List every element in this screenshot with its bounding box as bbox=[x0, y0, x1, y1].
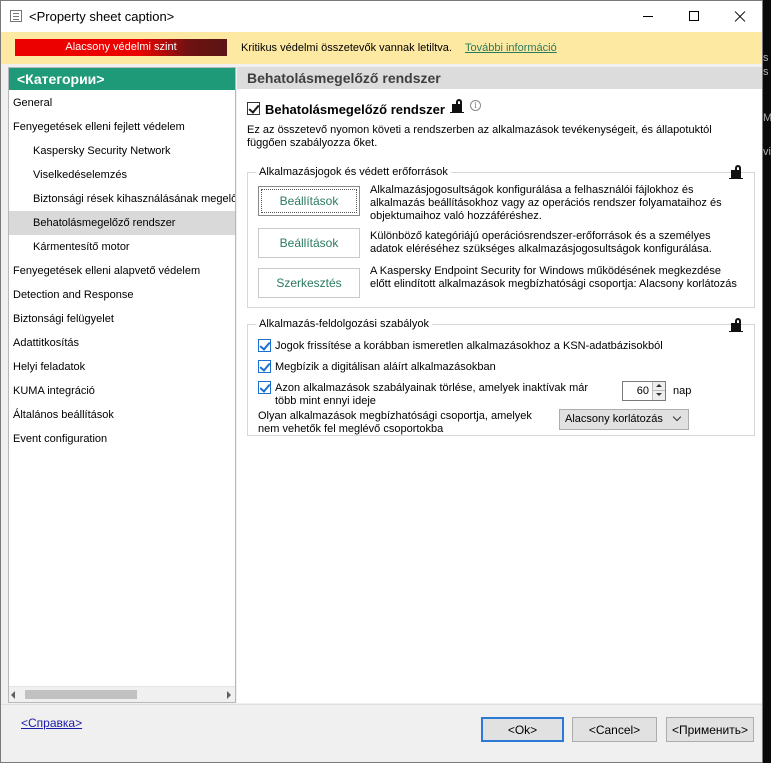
warning-message: Kritikus védelmi összetevők vannak letil… bbox=[241, 42, 452, 54]
title-bar: <Property sheet caption> bbox=[1, 1, 762, 32]
section-header: Behatolásmegelőző rendszer bbox=[237, 67, 762, 89]
trust-signed-apps-label: Megbízik a digitálisan aláírt alkalmazás… bbox=[275, 361, 496, 373]
sidebar-item-kuma-integration[interactable]: KUMA integráció bbox=[13, 379, 235, 403]
spin-down-icon[interactable] bbox=[652, 391, 665, 400]
background-text-fragment: s bbox=[763, 66, 769, 78]
info-icon[interactable]: i bbox=[470, 100, 481, 111]
categories-header-label: <Категории> bbox=[17, 71, 105, 87]
sidebar-item-data-encryption[interactable]: Adattitkosítás bbox=[13, 331, 235, 355]
settings-content: Behatolásmegelőző rendszer i Ez az össze… bbox=[237, 89, 762, 703]
protection-level-label: Alacsony védelmi szint bbox=[65, 41, 177, 53]
inactive-days-input[interactable] bbox=[625, 384, 649, 398]
minimize-button[interactable] bbox=[625, 1, 671, 32]
window-title: <Property sheet caption> bbox=[29, 9, 175, 24]
more-info-link[interactable]: További információ bbox=[465, 42, 557, 54]
trust-group-fallback-label: Olyan alkalmazások megbízhatósági csopor… bbox=[258, 410, 532, 435]
sidebar-item-event-configuration[interactable]: Event configuration bbox=[13, 427, 235, 451]
sidebar-item-behavior-detection[interactable]: Viselkedéselemzés bbox=[9, 163, 235, 187]
protection-level-badge: Alacsony védelmi szint bbox=[15, 39, 227, 56]
sidebar-item-security-controls[interactable]: Biztonsági felügyelet bbox=[13, 307, 235, 331]
enable-hips-checkbox[interactable] bbox=[247, 102, 260, 115]
chevron-down-icon bbox=[672, 412, 682, 422]
delete-inactive-rules-label: Azon alkalmazások szabályainak törlése, … bbox=[275, 382, 589, 407]
scrollbar-thumb[interactable] bbox=[25, 690, 137, 699]
sidebar-item-host-intrusion-prevention[interactable]: Behatolásmegelőző rendszer bbox=[9, 211, 235, 235]
delete-inactive-rules-checkbox[interactable] bbox=[258, 381, 271, 394]
property-sheet-window: <Property sheet caption> Alacsony védelm… bbox=[0, 0, 763, 763]
app-rights-lock-icon[interactable] bbox=[729, 165, 743, 179]
trust-group-description: A Kaspersky Endpoint Security for Window… bbox=[370, 265, 737, 290]
protected-resources-settings-button[interactable]: Beállítások bbox=[258, 228, 360, 258]
scroll-left-arrow-icon[interactable] bbox=[11, 691, 15, 699]
protection-warning-bar: Alacsony védelmi szint Kritikus védelmi … bbox=[1, 32, 762, 64]
lock-icon[interactable] bbox=[450, 99, 464, 113]
close-button[interactable] bbox=[717, 1, 762, 32]
background-window-edge: s s Ma vi bbox=[763, 0, 771, 763]
ksn-rights-update-checkbox[interactable] bbox=[258, 339, 271, 352]
scroll-right-arrow-icon[interactable] bbox=[227, 691, 231, 699]
trust-signed-apps-checkbox[interactable] bbox=[258, 360, 271, 373]
category-panel: <Категории> General Fenyegetések elleni … bbox=[8, 67, 236, 703]
spin-up-icon[interactable] bbox=[652, 382, 665, 391]
sidebar-item-advanced-threat-protection[interactable]: Fenyegetések elleni fejlett védelem bbox=[13, 115, 235, 139]
help-link[interactable]: <Справка> bbox=[21, 716, 82, 730]
ksn-rights-update-label: Jogok frissítése a korábban ismeretlen a… bbox=[275, 340, 663, 352]
enable-hips-label: Behatolásmegelőző rendszer bbox=[265, 102, 445, 117]
inactive-days-stepper[interactable] bbox=[622, 381, 666, 401]
protected-resources-description: Különböző kategóriájú operációsrendszer-… bbox=[370, 230, 712, 255]
sidebar-item-remediation-engine[interactable]: Kármentesítő motor bbox=[9, 235, 235, 259]
maximize-button[interactable] bbox=[671, 1, 717, 32]
footer-divider bbox=[1, 704, 762, 705]
background-text-fragment: s bbox=[763, 52, 769, 64]
sidebar-item-ksn[interactable]: Kaspersky Security Network bbox=[9, 139, 235, 163]
sidebar-item-exploit-prevention[interactable]: Biztonsági rések kihasználásának megelőz… bbox=[9, 187, 235, 211]
window-icon bbox=[10, 10, 22, 22]
app-rights-group-title: Alkalmazásjogok és védett erőforrások bbox=[259, 166, 448, 178]
sidebar-item-local-tasks[interactable]: Helyi feladatok bbox=[13, 355, 235, 379]
sidebar-item-general-settings[interactable]: Általános beállítások bbox=[13, 403, 235, 427]
section-title: Behatolásmegelőző rendszer bbox=[247, 70, 441, 86]
categories-header: <Категории> bbox=[9, 68, 235, 90]
sidebar-item-essential-threat-protection[interactable]: Fenyegetések elleni alapvető védelem bbox=[13, 259, 235, 283]
sidebar-item-detection-and-response[interactable]: Detection and Response bbox=[13, 283, 235, 307]
background-text-fragment: Ma bbox=[763, 112, 771, 124]
background-text-fragment: vi bbox=[763, 146, 771, 158]
horizontal-scrollbar[interactable] bbox=[9, 686, 235, 702]
ok-button[interactable]: <Ok> bbox=[481, 717, 564, 742]
component-description: Ez az összetevő nyomon követi a rendszer… bbox=[247, 124, 712, 149]
cancel-button[interactable]: <Cancel> bbox=[572, 717, 657, 742]
app-processing-rules-group-title: Alkalmazás-feldolgozási szabályok bbox=[259, 318, 429, 330]
trust-group-select-value: Alacsony korlátozás bbox=[565, 413, 663, 425]
processing-rules-lock-icon[interactable] bbox=[729, 318, 743, 332]
days-unit-label: nap bbox=[673, 385, 692, 397]
app-rights-description: Alkalmazásjogosultságok konfigurálása a … bbox=[370, 184, 722, 222]
trust-group-edit-button[interactable]: Szerkesztés bbox=[258, 268, 360, 298]
apply-button[interactable]: <Применить> bbox=[666, 717, 754, 742]
app-rights-settings-button[interactable]: Beállítások bbox=[258, 186, 360, 216]
trust-group-select[interactable]: Alacsony korlátozás bbox=[559, 409, 689, 430]
sidebar-item-general[interactable]: General bbox=[13, 91, 235, 115]
